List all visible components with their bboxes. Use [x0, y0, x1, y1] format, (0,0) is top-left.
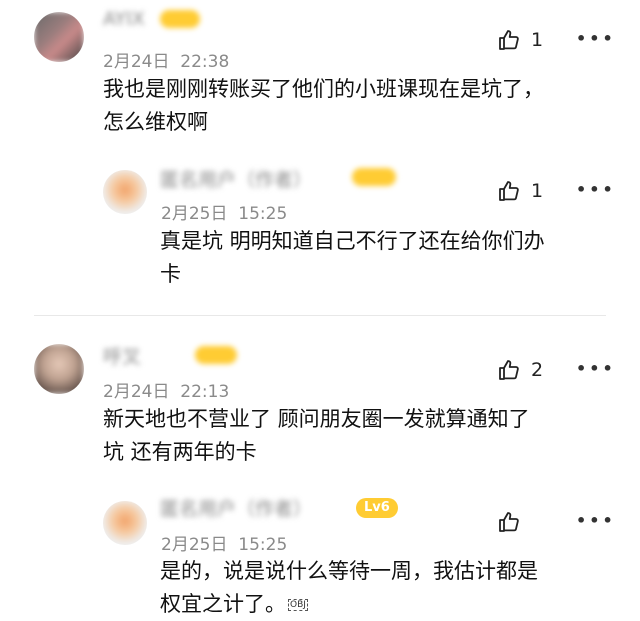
more-dots-icon[interactable]: ••• [576, 180, 616, 199]
reply-text-line: 权宜之计了。 [160, 592, 286, 616]
like-button[interactable]: 1 [497, 28, 543, 52]
user-badge [352, 168, 396, 186]
reply-text: 真是坑 明明知道自己不行了还在给你们办 卡 [160, 225, 590, 291]
comment-date: 2月24日 [103, 52, 170, 72]
reply-avatar[interactable] [103, 501, 147, 545]
comment-time: 22:13 [180, 382, 230, 402]
like-count: 1 [531, 180, 544, 202]
divider [34, 315, 606, 316]
reply-time: 15:25 [238, 204, 288, 224]
obj-marker: OBJ [288, 599, 308, 611]
thumbs-up-icon [499, 181, 519, 201]
reply-username[interactable]: 匿名用户（作者） [160, 494, 312, 521]
comment-text-line: 新天地也不营业了 顾问朋友圈一发就算通知了 [103, 407, 530, 431]
like-button[interactable] [497, 510, 531, 534]
comment-meta: 2月24日 22:38 [103, 47, 229, 72]
user-badge [195, 346, 237, 364]
more-dots-icon[interactable]: ••• [576, 29, 616, 48]
comment-date: 2月24日 [103, 382, 170, 402]
comment-text-line: 怎么维权啊 [103, 110, 208, 134]
like-button[interactable]: 2 [497, 358, 543, 382]
comment-text: 我也是刚刚转账买了他们的小班课现在是坑了， 怎么维权啊 [103, 73, 603, 139]
comment-meta: 2月24日 22:13 [103, 377, 229, 402]
comment-text-line: 我也是刚刚转账买了他们的小班课现在是坑了， [103, 77, 544, 101]
reply-text-line-wrap: 权宜之计了。 OBJ [160, 588, 590, 621]
reply-date: 2月25日 [161, 535, 228, 555]
comment-username[interactable]: 呼叉 [103, 342, 141, 369]
reply-meta: 2月25日 15:25 [161, 530, 287, 555]
reply-text: 是的，说是说什么等待一周，我估计都是 权宜之计了。 OBJ [160, 555, 590, 621]
more-dots-icon[interactable]: ••• [576, 359, 616, 378]
like-count: 2 [531, 359, 544, 381]
reply-time: 15:25 [238, 535, 288, 555]
reply-date: 2月25日 [161, 204, 228, 224]
reply-username[interactable]: 匿名用户（作者） [160, 165, 312, 192]
reply-text-line: 真是坑 明明知道自己不行了还在给你们办 [160, 229, 545, 253]
like-count: 1 [531, 29, 544, 51]
comment-username[interactable]: AYIX [103, 8, 145, 30]
thumbs-up-icon [499, 512, 519, 532]
comment-text-line: 坑 还有两年的卡 [103, 440, 257, 464]
user-badge [160, 10, 200, 28]
thumbs-up-icon [499, 360, 519, 380]
user-badge: Lv6 [356, 498, 398, 518]
more-dots-icon[interactable]: ••• [576, 511, 616, 530]
reply-meta: 2月25日 15:25 [161, 199, 287, 224]
avatar[interactable] [34, 344, 84, 394]
comment-text: 新天地也不营业了 顾问朋友圈一发就算通知了 坑 还有两年的卡 [103, 403, 603, 469]
reply-text-line: 是的，说是说什么等待一周，我估计都是 [160, 559, 538, 583]
like-button[interactable]: 1 [497, 179, 543, 203]
comment-time: 22:38 [180, 52, 230, 72]
reply-avatar[interactable] [103, 170, 147, 214]
thumbs-up-icon [499, 30, 519, 50]
avatar[interactable] [34, 12, 84, 62]
reply-text-line: 卡 [160, 262, 181, 286]
